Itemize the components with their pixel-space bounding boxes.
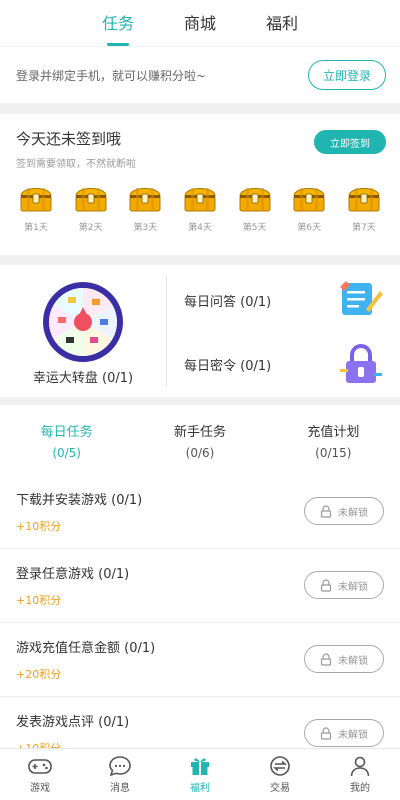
treasure-chest-icon [129,188,161,212]
task-tab-daily-count: (0/5) [52,446,81,460]
list-item: 登录任意游戏 (0/1) +10积分 未解锁 [0,549,400,623]
signin-day[interactable]: 第6天 [287,182,331,233]
nav-trade[interactable]: 交易 [250,755,310,794]
signin-button[interactable]: 立即签到 [314,130,386,154]
signin-day[interactable]: 第2天 [69,182,113,233]
task-tab-newbie-label: 新手任务 [173,425,226,440]
signin-subtitle: 签到需要领取，不然就断啦 [16,159,136,170]
unlock-button[interactable]: 未解锁 [304,645,384,673]
unlock-button[interactable]: 未解锁 [304,719,384,747]
treasure-chest-icon [348,188,380,212]
signin-day-label: 第2天 [78,223,103,233]
signin-card: 今天还未签到哦 签到需要领取，不然就断啦 立即签到 第1天 第2天 第3天 第4天 第5… [0,114,400,255]
signin-day[interactable]: 第3天 [123,182,167,233]
login-hint: 登录并绑定手机，就可以赚积分啦~ [16,68,207,83]
lucky-wheel[interactable]: 幸运大转盘 (0/1) [0,265,166,397]
notepad-pen-icon[interactable] [338,279,384,319]
nav-messages[interactable]: 消息 [90,755,150,794]
nav-trade-label: 交易 [270,783,290,794]
treasure-chest-icon [239,188,271,212]
unlock-button-label: 未解锁 [338,655,368,667]
signin-day-label: 第4天 [188,223,212,233]
login-prompt-bar: 登录并绑定手机，就可以赚积分啦~ 立即登录 [0,47,400,103]
padlock-icon[interactable] [338,343,384,385]
list-item: 游戏充值任意金额 (0/1) +20积分 未解锁 [0,623,400,697]
signin-day[interactable]: 第5天 [233,182,277,233]
gamepad-icon [28,759,52,774]
tab-mall[interactable]: 商城 [159,10,241,46]
signin-day[interactable]: 第4天 [178,182,222,233]
top-tab-bar: 任务 商城 福利 [0,0,400,46]
task-tab-daily-label: 每日任务 [40,425,93,440]
signin-day[interactable]: 第7天 [342,182,386,233]
task-tab-recharge-label: 充值计划 [307,425,360,440]
task-tab-recharge-count: (0/15) [315,446,352,460]
nav-games-label: 游戏 [30,783,50,794]
task-tabs: 每日任务 (0/5) 新手任务 (0/6) 充值计划 (0/15) [0,405,400,475]
unlock-button[interactable]: 未解锁 [304,497,384,525]
unlock-button-label: 未解锁 [338,729,368,741]
login-button[interactable]: 立即登录 [307,60,386,90]
unlock-button-label: 未解锁 [338,581,368,593]
list-item: 下载并安装游戏 (0/1) +10积分 未解锁 [0,475,400,549]
task-list: 下载并安装游戏 (0/1) +10积分 未解锁 登录任意游戏 (0/1) +10… [0,475,400,771]
activity-panel: 幸运大转盘 (0/1) 每日问答 (0/1) 每日密令 (0/1) [0,265,400,397]
treasure-chest-icon [293,188,325,212]
lucky-wheel-icon [43,282,123,362]
nav-welfare-label: 福利 [190,783,210,794]
unlock-button-label: 未解锁 [338,507,368,519]
nav-welfare[interactable]: 福利 [170,755,230,794]
signin-day[interactable]: 第1天 [14,182,58,233]
signin-day-label: 第3天 [133,223,158,233]
user-icon [350,756,370,777]
task-tab-recharge[interactable]: 充值计划 (0/15) [307,421,359,460]
nav-games[interactable]: 游戏 [10,755,70,794]
lock-icon [320,504,332,518]
lock-icon [320,652,332,666]
bottom-nav: 游戏 消息 福利 交易 我的 [0,748,400,800]
signin-days: 第1天 第2天 第3天 第4天 第5天 第6天 第7天 [14,182,386,233]
treasure-chest-icon [75,188,107,212]
nav-profile[interactable]: 我的 [330,755,390,794]
daily-password-label[interactable]: 每日密令 (0/1) [184,355,271,374]
lucky-wheel-label: 幸运大转盘 (0/1) [32,371,134,386]
signin-day-label: 第6天 [297,223,322,233]
nav-profile-label: 我的 [350,783,370,794]
panel-divider [166,275,167,387]
chat-bubble-icon [109,756,131,777]
signin-day-label: 第5天 [242,223,267,233]
unlock-button[interactable]: 未解锁 [304,571,384,599]
daily-quiz-label[interactable]: 每日问答 (0/1) [184,291,271,310]
task-tab-newbie[interactable]: 新手任务 (0/6) [174,421,226,460]
signin-day-label: 第1天 [24,223,48,233]
tab-welfare[interactable]: 福利 [241,10,323,46]
nav-messages-label: 消息 [110,783,130,794]
tab-tasks[interactable]: 任务 [77,10,159,46]
task-tab-daily[interactable]: 每日任务 (0/5) [41,421,93,460]
lock-icon [320,726,332,740]
treasure-chest-icon [184,188,216,212]
task-tab-newbie-count: (0/6) [185,446,215,460]
exchange-icon [270,756,290,776]
treasure-chest-icon [20,188,52,212]
gift-icon [191,758,209,775]
lock-icon [320,578,332,592]
signin-day-label: 第7天 [352,223,376,233]
